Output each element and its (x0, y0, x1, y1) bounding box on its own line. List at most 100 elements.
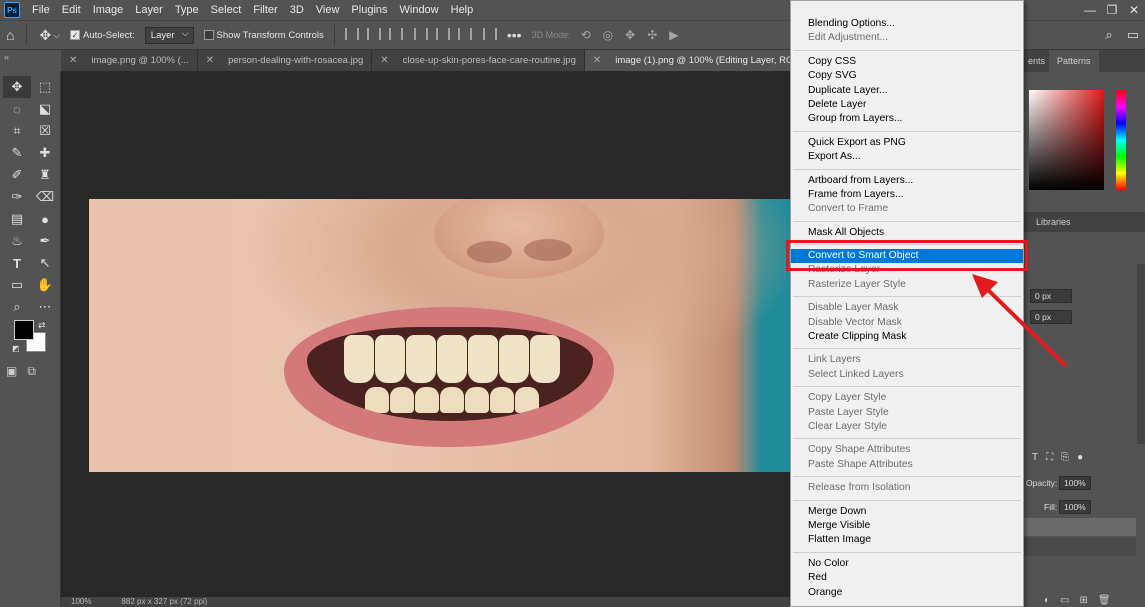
menu-plugins[interactable]: Plugins (345, 0, 393, 20)
close-tab-icon[interactable]: ✕ (206, 55, 214, 66)
opacity-field[interactable]: 100% (1059, 476, 1091, 490)
tab-document[interactable]: ✕ image.png @ 100% (... (61, 50, 198, 71)
eyedropper-tool-icon[interactable]: ✎ (3, 142, 31, 164)
fill-field[interactable]: 100% (1059, 500, 1091, 514)
quick-mask-icon[interactable]: ▣ (6, 364, 17, 379)
layer-row[interactable] (1024, 538, 1136, 556)
toolbar-collapse[interactable]: « (0, 50, 61, 72)
menu-item-artboard-from-layers[interactable]: Artboard from Layers... (791, 174, 1023, 188)
properties-scrollbar[interactable] (1137, 264, 1145, 444)
menu-item-red[interactable]: Red (791, 571, 1023, 585)
blur-tool-icon[interactable]: ● (31, 208, 59, 230)
marquee-tool-icon[interactable]: ⬚ (31, 76, 59, 98)
properties-x-field[interactable]: 0 px (1030, 289, 1072, 303)
close-tab-icon[interactable]: ✕ (380, 55, 388, 66)
foreground-color-swatch[interactable] (14, 320, 34, 340)
pen-tool-icon[interactable]: ✒ (31, 230, 59, 252)
menu-item-mask-all-objects[interactable]: Mask All Objects (791, 226, 1023, 240)
path-select-icon[interactable]: ↖ (31, 252, 59, 274)
align-middle-icon[interactable] (435, 27, 450, 40)
healing-brush-icon[interactable]: ✚ (31, 142, 59, 164)
object-select-tool-icon[interactable]: ⬕ (31, 98, 59, 120)
zoom-tool-icon[interactable]: ⌕ (3, 296, 31, 318)
workspace-icon[interactable]: ▭ (1127, 27, 1139, 43)
toggle-icon[interactable]: ● (1077, 452, 1083, 463)
menu-view[interactable]: View (310, 0, 346, 20)
align-right-icon[interactable] (388, 27, 403, 40)
new-layer-icon[interactable]: ⊞ (1080, 595, 1088, 606)
layer-row[interactable] (1024, 518, 1136, 536)
menu-item-delete-layer[interactable]: Delete Layer (791, 98, 1023, 112)
show-transform-controls-checkbox[interactable]: Show Transform Controls (203, 30, 324, 41)
align-buttons[interactable] (341, 27, 501, 43)
lasso-tool-icon[interactable]: ◌ (3, 98, 31, 120)
adjustment-icon[interactable]: ◐ (1044, 595, 1050, 606)
restore-button[interactable]: ❐ (1101, 0, 1123, 20)
smart-object-filter-icon[interactable]: ⎘ (1061, 452, 1069, 463)
menu-item-merge-visible[interactable]: Merge Visible (791, 519, 1023, 533)
dodge-tool-icon[interactable]: ♨ (3, 230, 31, 252)
screen-mode-icon[interactable]: ⧉ (27, 364, 36, 379)
more-tools-icon[interactable]: ⋯ (31, 296, 59, 318)
trash-icon[interactable]: 🗑 (1098, 595, 1111, 606)
zoom-level[interactable]: 100% (71, 597, 91, 607)
move-tool-icon[interactable]: ✥ (39, 27, 51, 44)
close-tab-icon[interactable]: ✕ (69, 55, 77, 66)
crop-tool-icon[interactable]: ⌗ (3, 120, 31, 142)
tab-patterns[interactable]: Patterns (1049, 50, 1099, 72)
menu-item-copy-css[interactable]: Copy CSS (791, 55, 1023, 69)
3d-slide-icon[interactable]: ✣ (647, 28, 657, 42)
chevron-down-icon[interactable]: ⌵ (53, 30, 60, 41)
properties-y-field[interactable]: 0 px (1030, 310, 1072, 324)
close-button[interactable]: ✕ (1123, 0, 1145, 20)
menu-item-frame-from-layers[interactable]: Frame from Layers... (791, 188, 1023, 202)
swap-colors-icon[interactable]: ⇄ (38, 320, 46, 331)
minimize-button[interactable]: — (1079, 0, 1101, 20)
menu-file[interactable]: File (26, 0, 56, 20)
menu-layer[interactable]: Layer (129, 0, 169, 20)
tab-libraries[interactable]: Libraries (1024, 212, 1145, 232)
more-options-button[interactable]: ••• (507, 27, 522, 43)
auto-select-checkbox[interactable]: ✓ Auto-Select: (70, 30, 135, 41)
menu-item-group-from-layers[interactable]: Group from Layers... (791, 112, 1023, 126)
menu-item-quick-export-as-png[interactable]: Quick Export as PNG (791, 136, 1023, 150)
stamp-tool-icon[interactable]: ♜ (31, 164, 59, 186)
align-center-icon[interactable] (366, 27, 381, 40)
rectangle-tool-icon[interactable]: ▭ (3, 274, 31, 296)
menu-item-convert-to-smart-object[interactable]: Convert to Smart Object (791, 249, 1023, 264)
tab-document[interactable]: ✕ person-dealing-with-rosacea.jpg (198, 50, 373, 71)
brush-tool-icon[interactable]: ✐ (3, 164, 31, 186)
menu-item-flatten-image[interactable]: Flatten Image (791, 533, 1023, 547)
menu-item-duplicate-layer[interactable]: Duplicate Layer... (791, 84, 1023, 98)
3d-camera-icon[interactable]: ▶ (669, 28, 678, 42)
menu-item-orange[interactable]: Orange (791, 586, 1023, 600)
history-brush-icon[interactable]: ✑ (3, 186, 31, 208)
type-tool-icon[interactable]: T (3, 252, 31, 274)
frame-tool-icon[interactable]: ☒ (31, 120, 59, 142)
menu-item-copy-svg[interactable]: Copy SVG (791, 69, 1023, 83)
transform-icon[interactable]: ⛶ (1046, 452, 1053, 463)
align-top-icon[interactable] (413, 27, 428, 40)
hue-slider[interactable] (1116, 90, 1126, 190)
menu-item-export-as[interactable]: Export As... (791, 150, 1023, 164)
menu-image[interactable]: Image (87, 0, 130, 20)
close-tab-icon[interactable]: ✕ (593, 55, 601, 66)
menu-3d[interactable]: 3D (284, 0, 310, 20)
menu-item-blending-options[interactable]: Blending Options... (791, 17, 1023, 31)
folder-icon[interactable]: ▭ (1060, 595, 1069, 606)
menu-item-merge-down[interactable]: Merge Down (791, 505, 1023, 519)
move-tool-icon[interactable]: ✥ (3, 76, 31, 98)
3d-orbit-icon[interactable]: ⟲ (581, 28, 591, 42)
menu-help[interactable]: Help (445, 0, 480, 20)
menu-type[interactable]: Type (169, 0, 205, 20)
menu-edit[interactable]: Edit (56, 0, 87, 20)
document-image[interactable] (89, 199, 790, 472)
type-filter-icon[interactable]: T (1032, 452, 1038, 463)
tab-gradients[interactable]: ents (1024, 56, 1049, 66)
gradient-tool-icon[interactable]: ▤ (3, 208, 31, 230)
align-bottom-icon[interactable] (457, 27, 472, 40)
default-colors-icon[interactable]: ◩ (12, 344, 20, 353)
home-icon[interactable]: ⌂ (6, 27, 14, 43)
eraser-tool-icon[interactable]: ⌫ (31, 186, 59, 208)
tab-document[interactable]: ✕ close-up-skin-pores-face-care-routine.j… (372, 50, 585, 71)
